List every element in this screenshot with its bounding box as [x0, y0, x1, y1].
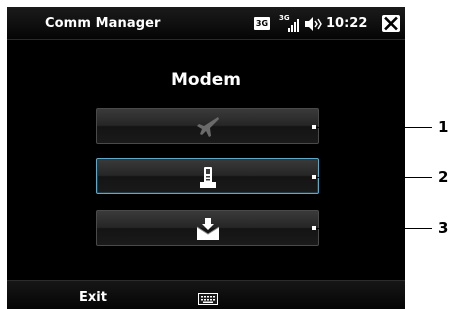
status-bar: Comm Manager 3G 3G 10:22: [7, 7, 405, 40]
signal-icon[interactable]: 3G: [279, 14, 301, 34]
page-title: Modem: [170, 70, 241, 90]
app-title: Comm Manager: [45, 16, 161, 31]
network-badge: 3G: [254, 17, 270, 30]
airplane-icon: [195, 115, 221, 139]
callout-line-2: [313, 177, 432, 178]
modem-button[interactable]: [96, 158, 319, 194]
keyboard-icon[interactable]: [198, 290, 218, 305]
callout-dot-1: [312, 125, 316, 129]
envelope-download-icon: [195, 217, 221, 241]
device-screen: Comm Manager 3G 3G 10:22 Modem Exit: [7, 7, 405, 309]
clock[interactable]: 10:22: [326, 16, 367, 31]
callout-number-3: 3: [438, 219, 449, 237]
sync-button[interactable]: [96, 210, 319, 246]
exit-softkey[interactable]: Exit: [79, 290, 107, 305]
callout-dot-3: [312, 226, 316, 230]
signal-tag: 3G: [279, 14, 290, 22]
softkey-bar: Exit: [7, 280, 405, 309]
callout-line-1: [313, 127, 432, 128]
callout-number-1: 1: [438, 118, 449, 136]
flight-mode-button[interactable]: [96, 108, 319, 144]
callout-dot-2: [312, 175, 316, 179]
close-icon[interactable]: [382, 15, 400, 32]
callout-line-3: [313, 228, 432, 229]
speaker-icon[interactable]: [303, 16, 323, 32]
phone-modem-icon: [195, 165, 221, 189]
callout-number-2: 2: [438, 168, 449, 186]
